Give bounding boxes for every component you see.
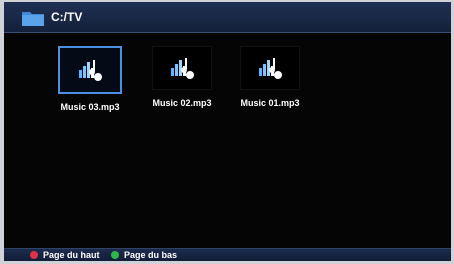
- file-thumbnail[interactable]: [152, 46, 212, 90]
- page-up-hint[interactable]: Page du haut: [43, 249, 100, 261]
- music-file-icon: [259, 58, 282, 79]
- folder-icon: [22, 12, 44, 26]
- tv-screen: C:/TV Music 03.mp3 Music 02.mp3 Music 01…: [4, 2, 451, 261]
- file-name: Music 01.mp3: [240, 98, 300, 108]
- file-thumbnail[interactable]: [240, 46, 300, 90]
- file-name: Music 02.mp3: [152, 98, 212, 108]
- file-name: Music 03.mp3: [60, 102, 120, 112]
- music-file-icon: [79, 60, 102, 81]
- footer-bar: Page du haut Page du bas: [4, 248, 451, 261]
- file-item-music-01[interactable]: Music 01.mp3: [234, 46, 306, 108]
- file-item-music-02[interactable]: Music 02.mp3: [146, 46, 218, 108]
- red-button-icon: [30, 251, 38, 259]
- file-item-music-03[interactable]: Music 03.mp3: [54, 46, 126, 112]
- header-bar: C:/TV: [4, 2, 451, 33]
- green-button-icon: [111, 251, 119, 259]
- page-down-hint[interactable]: Page du bas: [124, 249, 177, 261]
- file-thumbnail[interactable]: [58, 46, 122, 94]
- music-file-icon: [171, 58, 194, 79]
- file-grid: Music 03.mp3 Music 02.mp3 Music 01.mp3: [54, 46, 354, 126]
- current-path: C:/TV: [51, 10, 83, 24]
